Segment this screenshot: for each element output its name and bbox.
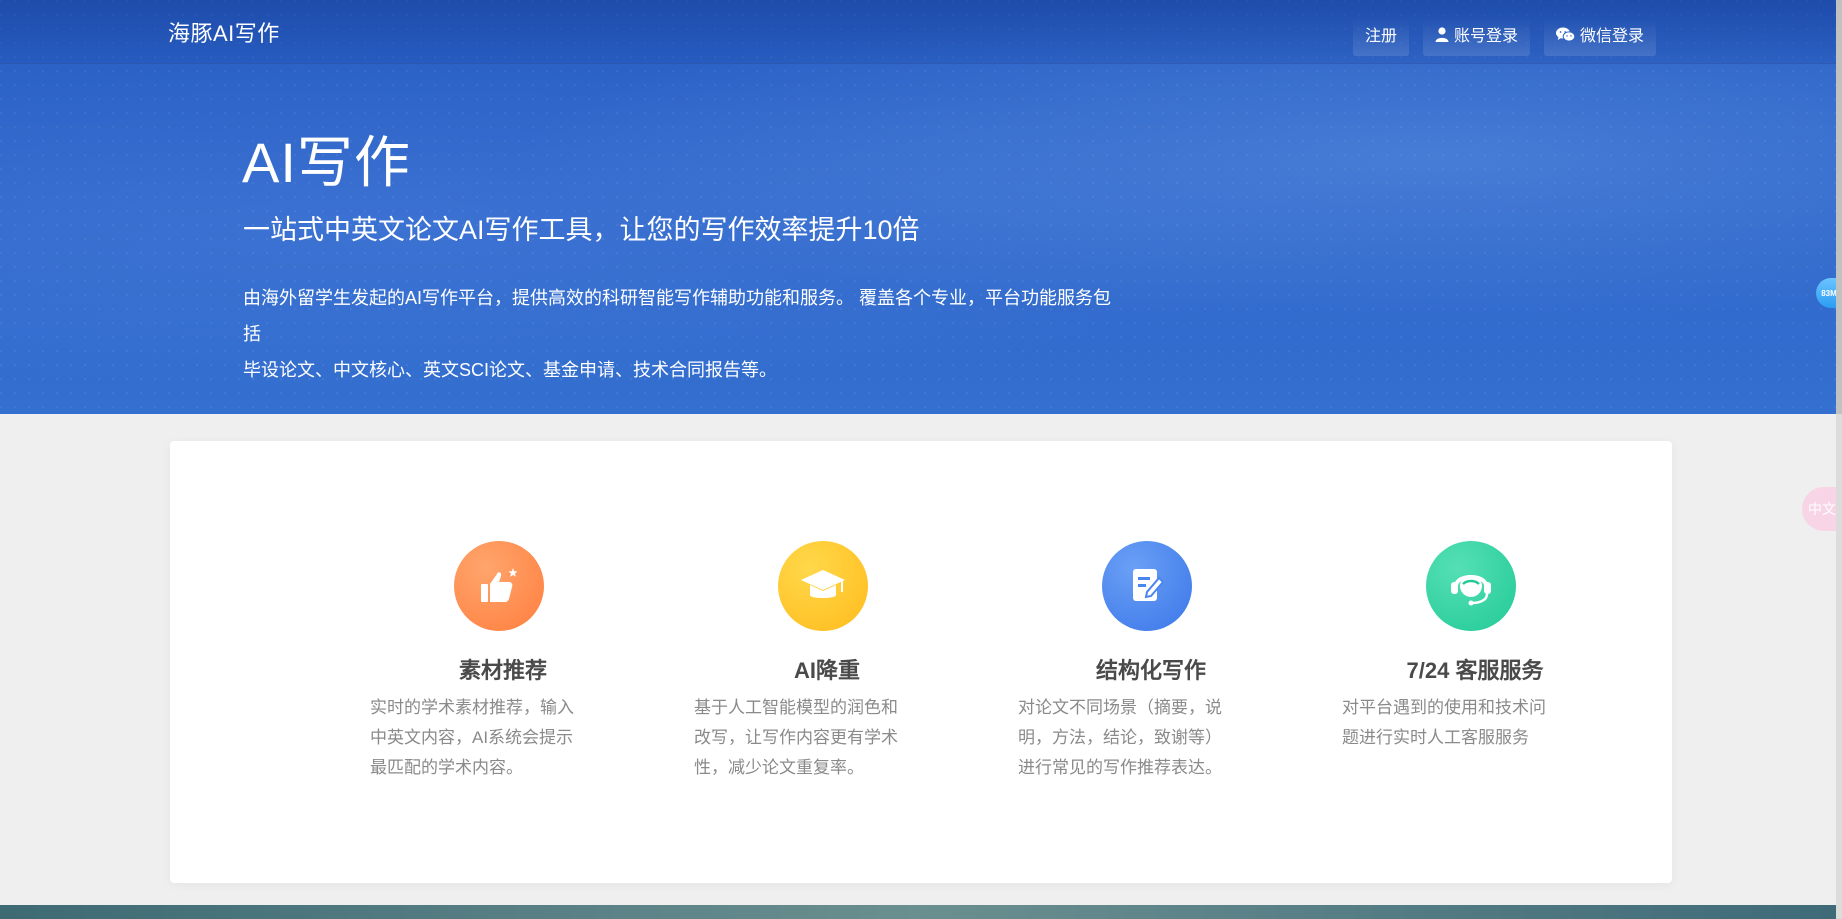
feature-structured-writing: 结构化写作 对论文不同场景（摘要，说明，方法，结论，致谢等）进行常见的写作推荐表… (1018, 541, 1270, 783)
feature-ai-rewrite: AI降重 基于人工智能模型的润色和改写，让写作内容更有学术性，减少论文重复率。 (694, 541, 946, 783)
wechat-login-link[interactable]: 微信登录 (1543, 18, 1656, 56)
feature-description: 对论文不同场景（摘要，说明，方法，结论，致谢等）进行常见的写作推荐表达。 (1018, 698, 1222, 777)
bottom-strip (0, 905, 1836, 919)
account-login-label: 账号登录 (1453, 28, 1518, 45)
headset-icon (1426, 541, 1516, 631)
feature-description: 实时的学术素材推荐，输入中英文内容，AI系统会提示最匹配的学术内容。 (370, 698, 574, 777)
hero-banner: 海豚AI写作 注册 账号登录 微信登录 AI写作 一站式中英文论文AI写作工具，… (0, 0, 1836, 414)
hero-description: 由海外留学生发起的AI写作平台，提供高效的科研智能写作辅助功能和服务。 覆盖各个… (243, 280, 1123, 388)
feature-description: 基于人工智能模型的润色和改写，让写作内容更有学术性，减少论文重复率。 (694, 698, 898, 777)
feature-title: 素材推荐 (458, 658, 547, 683)
register-link[interactable]: 注册 (1352, 18, 1409, 56)
thumbs-up-icon (454, 541, 544, 631)
document-edit-icon (1102, 541, 1192, 631)
scrollbar-thumb[interactable] (1836, 0, 1842, 414)
feature-title: AI降重 (793, 658, 860, 683)
feature-title: 结构化写作 (1095, 658, 1206, 683)
account-login-link[interactable]: 账号登录 (1422, 18, 1530, 56)
brand-logo[interactable]: 海豚AI写作 (168, 16, 280, 48)
hero-description-line-2: 毕设论文、中文核心、英文SCI论文、基金申请、技术合同报告等。 (243, 360, 778, 380)
feature-title: 7/24 客服服务 (1406, 658, 1544, 683)
feature-customer-service: 7/24 客服服务 对平台遇到的使用和技术问题进行实时人工客服服务 (1342, 541, 1594, 753)
nav-links: 注册 账号登录 微信登录 (1352, 18, 1656, 56)
features-card: 素材推荐 实时的学术素材推荐，输入中英文内容，AI系统会提示最匹配的学术内容。 … (170, 441, 1672, 883)
hero-title: AI写作 (242, 131, 411, 194)
graduation-cap-icon (778, 541, 868, 631)
feature-material-recommend: 素材推荐 实时的学术素材推荐，输入中英文内容，AI系统会提示最匹配的学术内容。 (370, 541, 622, 783)
feature-description: 对平台遇到的使用和技术问题进行实时人工客服服务 (1342, 698, 1546, 747)
hero-subtitle: 一站式中英文论文AI写作工具，让您的写作效率提升10倍 (243, 215, 920, 245)
top-navbar: 海豚AI写作 注册 账号登录 微信登录 (0, 0, 1836, 64)
wechat-login-label: 微信登录 (1579, 28, 1644, 45)
scrollbar[interactable] (1836, 0, 1842, 919)
wechat-icon (1555, 27, 1575, 42)
hero-description-line-1: 由海外留学生发起的AI写作平台，提供高效的科研智能写作辅助功能和服务。 覆盖各个… (243, 288, 1112, 344)
user-icon (1435, 26, 1449, 42)
register-label: 注册 (1364, 28, 1397, 45)
